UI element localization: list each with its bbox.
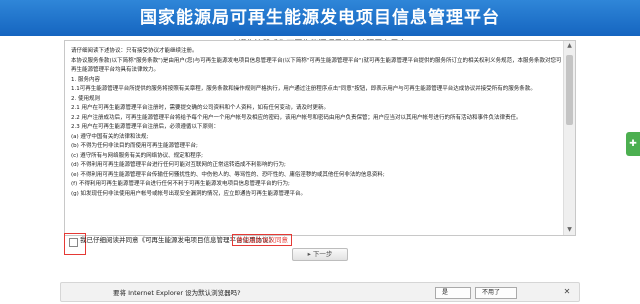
close-icon[interactable]: ✕ [561,286,573,298]
arrow-down-icon[interactable]: ▼ [564,225,575,235]
scrollbar-thumb[interactable] [566,55,573,125]
agreement-scrollbar[interactable]: ▲ ▼ [563,41,575,235]
ie-prompt-message: 要将 Internet Explorer 设为默认浏览器吗? [113,289,241,297]
agree-warning: 请勾选此协议同意 [232,234,292,246]
next-button[interactable]: ▸ 下一步 [292,248,348,261]
agreement-line: 请仔细阅读下述协议：只有接受协议才能继续注册。 [71,48,198,54]
side-share-tab[interactable]: ✚ [626,132,640,156]
site-header: 国家能源局可再生能源发电项目信息管理平台 [0,0,640,36]
agreement-line: 2. 使用规则 [71,95,100,102]
agreement-line: 1. 服务内容 [71,76,100,83]
agreement-line: 2.2 用户注册成功后，可再生能源管理平台将给予每个用户一个用户帐号及相应的密码… [71,114,522,121]
agreement-box[interactable]: 请仔细阅读下述协议：只有接受协议才能继续注册。 本协议服务条款(以下简称"服务条… [64,40,576,236]
agreement-line: (f) 不得利用可再生能源管理平台进行任何不利于可再生能源发电项目信息管理平台的… [71,181,290,187]
agreement-line: 本协议服务条款(以下简称"服务条款")是由用户(您)与可再生能源发电项目信息管理… [71,57,561,64]
agreement-line: 再生能源管理平台均具有法律效力。 [71,67,160,73]
agreement-text: 请仔细阅读下述协议：只有接受协议才能继续注册。 本协议服务条款(以下简称"服务条… [71,47,561,233]
ie-yes-button[interactable]: 是 [435,287,471,299]
agreement-line: 2.1 用户在可再生能源管理平台注册时，需要提交确的公司资料和个人资料，如有任何… [71,105,329,111]
ie-default-browser-bar: 要将 Internet Explorer 设为默认浏览器吗? 是 不用了 ✕ [60,282,580,302]
agreement-line: (d) 不得利用可再生能源管理平台进行任何可能对互联网的正常运转造成不利影响的行… [71,162,286,168]
agreement-line: (e) 不得利用可再生能源管理平台传输任何骚扰性的、中伤他人的、辱骂性的、恐吓性… [71,171,385,178]
agreement-line: 2.3 用户在可再生能源管理平台注册后，必须遵循以下原则： [71,124,219,130]
ie-no-button[interactable]: 不用了 [475,287,517,299]
agreement-line: (a) 遵守中国有关的法律和法规; [71,133,149,140]
agreement-line: (c) 遵守所有与网络服务有关的网络协议、规定和程序; [71,152,203,159]
arrow-up-icon[interactable]: ▲ [564,41,575,51]
agree-row: 我已仔细阅读并同意《可再生能源发电项目信息管理平台使用协议》 请勾选此协议同意 [64,233,484,255]
agreement-line: 1.1可再生能源管理平台所提供的服务将按照有关章程，服务条款和操作规则严格执行，… [71,86,536,92]
site-title: 国家能源局可再生能源发电项目信息管理平台 [140,8,500,28]
agreement-line: (g) 如发现任何非法使用用户帐号或帐号出现安全漏洞的情况，应立即通告可再生能源… [71,190,307,197]
agree-checkbox[interactable] [69,238,78,247]
agreement-line: (b) 不得为任何非法目的而使用可再生能源管理平台; [71,143,198,149]
share-icon: ✚ [629,139,637,149]
next-button-label: 下一步 [312,250,333,258]
